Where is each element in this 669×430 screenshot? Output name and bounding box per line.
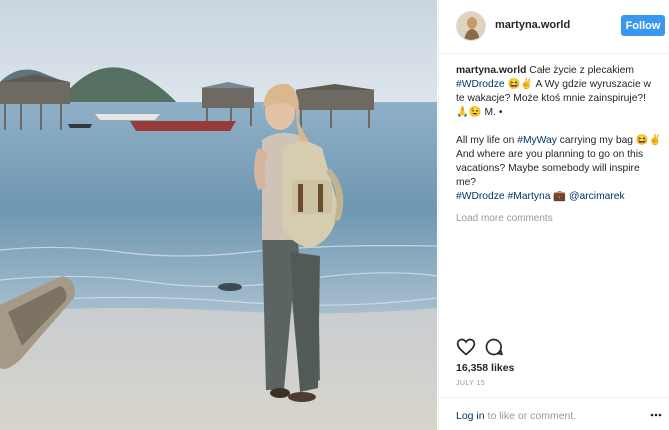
post-date[interactable]: JULY 15 xyxy=(456,380,485,387)
avatar[interactable] xyxy=(456,11,486,41)
mention-arcimarek[interactable]: @arcimarek xyxy=(569,191,625,202)
hashtag-martyna[interactable]: #Martyna xyxy=(508,191,551,202)
caption-english: All my life on #MyWay carrying my bag 😆✌… xyxy=(456,134,662,204)
post-header: martyna.world Follow xyxy=(439,0,669,54)
action-bar xyxy=(456,337,662,357)
laugh-peace-emoji-2: 😆✌ xyxy=(635,135,662,146)
pray-wink-emoji: 🙏😉 xyxy=(456,107,482,118)
caption-signoff: M. • xyxy=(481,107,503,118)
caption-polish: martyna.world Całe życie z plecakiem #WD… xyxy=(456,64,662,120)
hashtag-wdrodze-2[interactable]: #WDrodze xyxy=(456,191,505,202)
caption-block: martyna.world Całe życie z plecakiem #WD… xyxy=(456,64,662,226)
login-link[interactable]: Log in xyxy=(456,410,485,422)
caption-username[interactable]: martyna.world xyxy=(456,65,526,76)
hashtag-wdrodze[interactable]: #WDrodze xyxy=(456,79,505,90)
caption-en-text: All my life on xyxy=(456,135,518,146)
login-rest-text: to like or comment. xyxy=(484,410,577,422)
post-sidebar: martyna.world Follow martyna.world Całe … xyxy=(438,0,669,430)
caption-en-text-3: And where are you planning to go on this… xyxy=(456,149,644,188)
post-photo[interactable] xyxy=(0,0,437,430)
ellipsis-icon[interactable] xyxy=(649,408,663,422)
caption-en-text-2: carrying my bag xyxy=(556,135,636,146)
heart-outline-icon[interactable] xyxy=(456,337,476,357)
speech-bubble-icon[interactable] xyxy=(484,337,504,357)
briefcase-emoji: 💼 xyxy=(553,191,567,202)
laugh-peace-emoji: 😆✌ xyxy=(507,79,534,90)
caption-text: Całe życie z plecakiem xyxy=(526,65,634,76)
header-username[interactable]: martyna.world xyxy=(495,19,570,31)
hashtag-myway[interactable]: #MyWay xyxy=(517,135,557,146)
beach-photo xyxy=(0,0,437,430)
avatar-image xyxy=(457,12,485,40)
load-more-comments[interactable]: Load more comments xyxy=(456,212,662,226)
follow-button[interactable]: Follow xyxy=(621,15,665,36)
login-footer: Log in to like or comment. xyxy=(439,397,669,430)
like-count[interactable]: 16,358 likes xyxy=(456,362,514,374)
login-prompt: Log in to like or comment. xyxy=(456,410,576,422)
